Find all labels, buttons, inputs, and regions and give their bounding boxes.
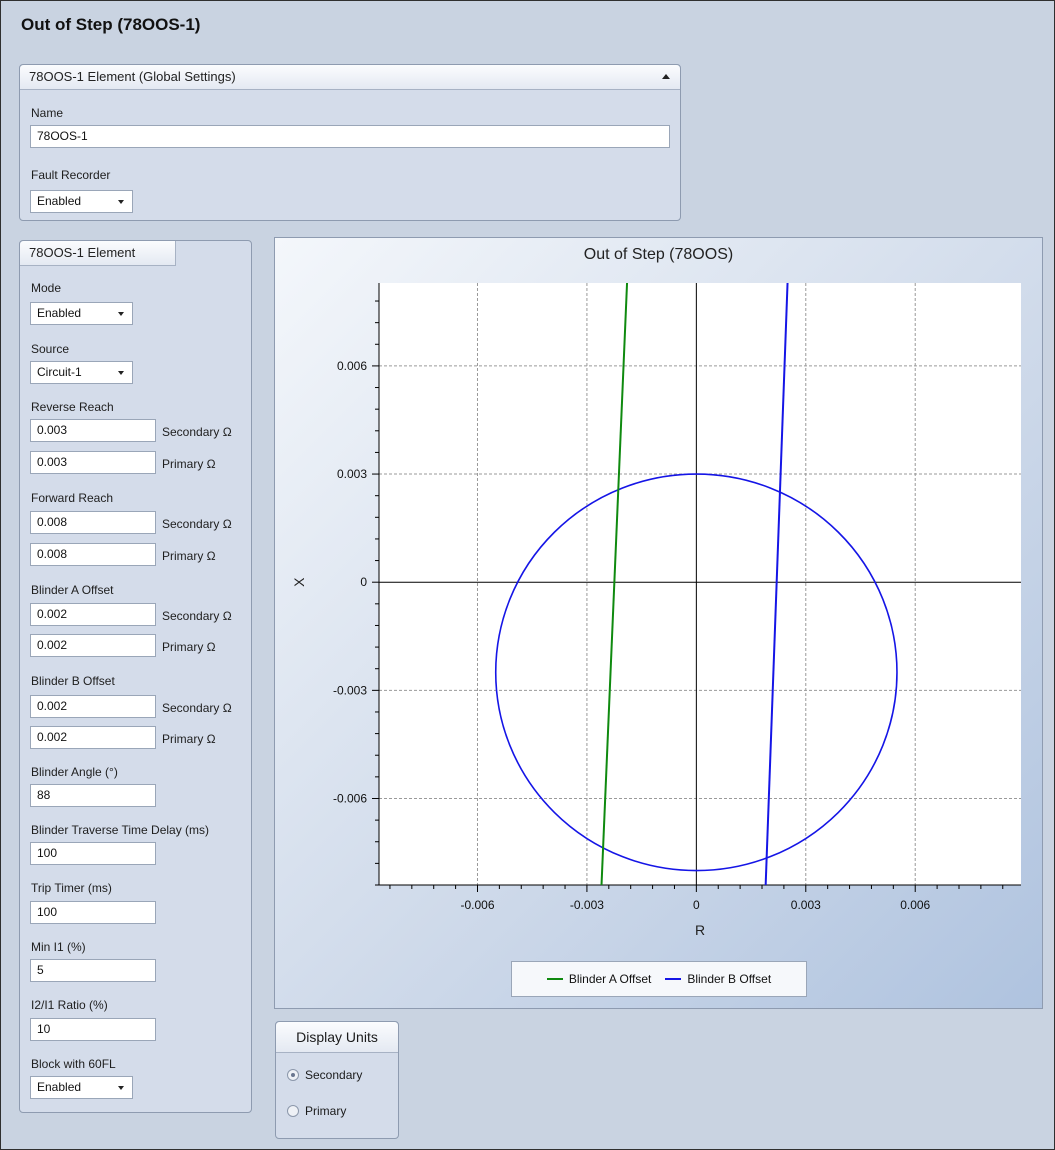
x-axis-label: R: [695, 922, 705, 938]
legend-swatch-blinder-a: [546, 978, 563, 980]
y-tick-label: 0: [360, 575, 367, 589]
y-tick-label: 0.006: [337, 359, 367, 373]
reverse-reach-label: Reverse Reach: [31, 400, 114, 414]
element-settings-title: 78OOS-1 Element: [29, 245, 136, 260]
legend-label-blinder-b: Blinder B Offset: [687, 972, 772, 986]
blinder-a-primary-input[interactable]: 0.002: [30, 634, 156, 657]
y-tick-label: -0.003: [333, 683, 367, 697]
x-tick-label: -0.003: [570, 898, 604, 912]
y-tick-label: -0.006: [333, 791, 367, 805]
chevron-down-icon: [118, 200, 124, 204]
blinder-a-offset-label: Blinder A Offset: [31, 583, 114, 597]
primary-unit-label: Primary Ω: [162, 640, 216, 654]
traverse-delay-input[interactable]: 100: [30, 842, 156, 865]
source-dropdown[interactable]: Circuit-1: [30, 361, 133, 384]
radio-primary-label: Primary: [305, 1104, 347, 1118]
min-i1-label: Min I1 (%): [31, 940, 86, 954]
block-60fl-dropdown[interactable]: Enabled: [30, 1076, 133, 1099]
chevron-down-icon: [118, 1086, 124, 1090]
legend-swatch-blinder-b: [665, 978, 682, 980]
x-tick-label: 0.003: [791, 898, 821, 912]
name-label: Name: [31, 106, 64, 120]
block-60fl-value: Enabled: [37, 1080, 82, 1094]
mode-label: Mode: [31, 281, 62, 295]
chart-legend: Blinder A Offset Blinder B Offset: [511, 961, 807, 997]
blinder-angle-input[interactable]: 88: [30, 784, 156, 807]
primary-unit-label: Primary Ω: [162, 732, 216, 746]
mode-dropdown[interactable]: Enabled: [30, 302, 133, 325]
blinder-b-offset-label: Blinder B Offset: [31, 674, 115, 688]
min-i1-input[interactable]: 5: [30, 959, 156, 982]
blinder-a-secondary-input[interactable]: 0.002: [30, 603, 156, 626]
chart-panel: Out of Step (78OOS) -0.006 -0.003 0 0.003 0.…: [274, 237, 1043, 1009]
mode-value: Enabled: [37, 306, 82, 320]
blinder-b-primary-input[interactable]: 0.002: [30, 726, 156, 749]
legend-label-blinder-a: Blinder A Offset: [568, 972, 652, 986]
secondary-unit-label: Secondary Ω: [162, 517, 232, 531]
secondary-unit-label: Secondary Ω: [162, 425, 232, 439]
chevron-down-icon: [118, 312, 124, 316]
y-axis-label: X: [291, 577, 307, 587]
primary-unit-label: Primary Ω: [162, 549, 216, 563]
x-tick-label: 0: [693, 898, 700, 912]
blinder-angle-label: Blinder Angle (°): [31, 765, 118, 779]
y-tick-label: 0.003: [337, 467, 367, 481]
x-tick-label: -0.006: [460, 898, 494, 912]
radio-primary-button[interactable]: [287, 1105, 299, 1117]
radio-secondary-button[interactable]: [287, 1069, 299, 1081]
secondary-unit-label: Secondary Ω: [162, 701, 232, 715]
plot-area: [379, 283, 1021, 885]
primary-unit-label: Primary Ω: [162, 457, 216, 471]
collapse-icon[interactable]: [662, 74, 670, 79]
fault-recorder-label: Fault Recorder: [31, 168, 111, 182]
reverse-reach-primary-input[interactable]: 0.003: [30, 451, 156, 474]
forward-reach-primary-input[interactable]: 0.008: [30, 543, 156, 566]
x-tick-label: 0.006: [900, 898, 930, 912]
forward-reach-secondary-input[interactable]: 0.008: [30, 511, 156, 534]
traverse-delay-label: Blinder Traverse Time Delay (ms): [31, 823, 210, 837]
legend-item-blinder-a: Blinder A Offset: [546, 972, 652, 986]
legend-item-blinder-b: Blinder B Offset: [665, 972, 771, 986]
ratio-input[interactable]: 10: [30, 1018, 156, 1041]
block-60fl-label: Block with 60FL: [31, 1057, 116, 1071]
display-units-panel: Display Units Secondary Primary: [275, 1021, 399, 1139]
ratio-label: I2/I1 Ratio (%): [31, 998, 108, 1012]
page-title: Out of Step (78OOS-1): [21, 15, 201, 34]
global-settings-panel: 78OOS-1 Element (Global Settings) Name 7…: [19, 64, 681, 221]
fault-recorder-value: Enabled: [37, 194, 82, 208]
source-value: Circuit-1: [37, 365, 82, 379]
reverse-reach-secondary-input[interactable]: 0.003: [30, 419, 156, 442]
display-units-header: Display Units: [276, 1022, 398, 1053]
element-settings-panel: 78OOS-1 Element Mode Enabled Source Circ…: [19, 240, 252, 1113]
element-settings-header: 78OOS-1 Element: [20, 241, 176, 266]
source-label: Source: [31, 342, 70, 356]
trip-timer-input[interactable]: 100: [30, 901, 156, 924]
radio-secondary[interactable]: Secondary: [287, 1068, 362, 1082]
impedance-chart: -0.006 -0.003 0 0.003 0.006 -0.006 -0.003 0 0.00…: [291, 283, 1021, 938]
global-settings-header[interactable]: 78OOS-1 Element (Global Settings): [20, 65, 680, 90]
fault-recorder-dropdown[interactable]: Enabled: [30, 190, 133, 213]
blinder-b-secondary-input[interactable]: 0.002: [30, 695, 156, 718]
name-input[interactable]: 78OOS-1: [30, 125, 670, 148]
radio-primary[interactable]: Primary: [287, 1104, 346, 1118]
radio-secondary-label: Secondary: [305, 1068, 363, 1082]
chevron-down-icon: [118, 371, 124, 375]
secondary-unit-label: Secondary Ω: [162, 609, 232, 623]
global-settings-title: 78OOS-1 Element (Global Settings): [29, 69, 236, 84]
forward-reach-label: Forward Reach: [31, 491, 114, 505]
trip-timer-label: Trip Timer (ms): [31, 881, 112, 895]
